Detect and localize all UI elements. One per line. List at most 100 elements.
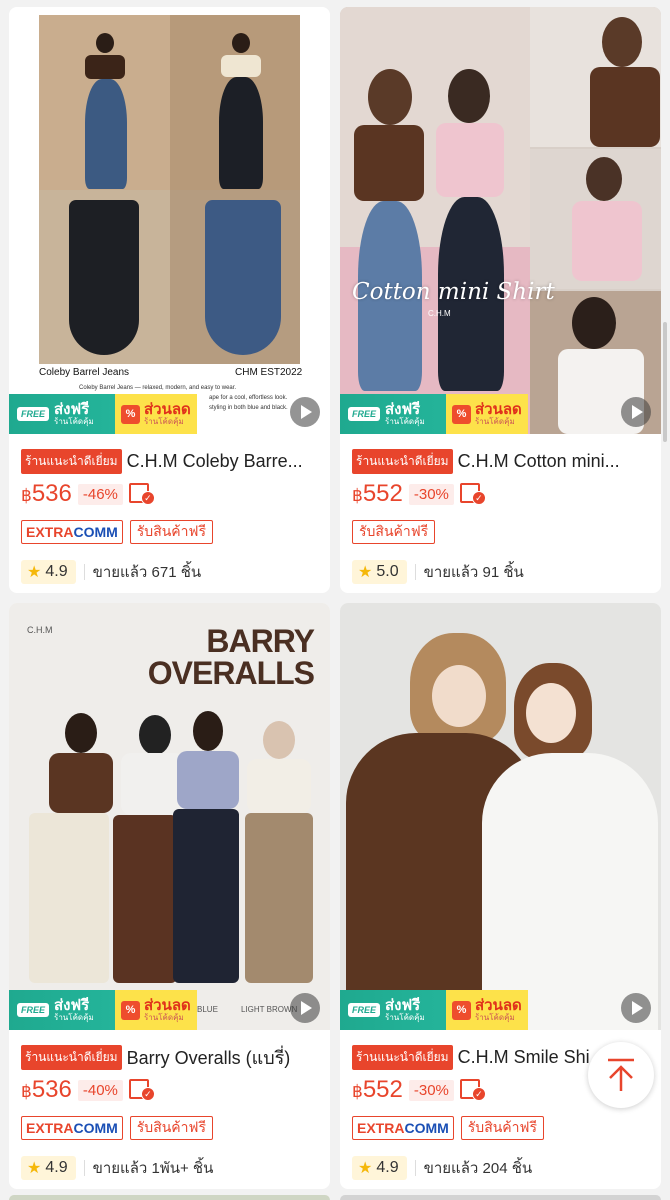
star-icon: ★ xyxy=(358,564,373,581)
free-shipping-label: ส่งฟรี xyxy=(385,996,421,1014)
play-video-icon[interactable] xyxy=(621,397,651,427)
discount-sub: ร้านโค้ดคุ้ม xyxy=(475,1012,515,1022)
truck-icon: FREE xyxy=(17,407,50,421)
recommended-shop-tag: ร้านแนะนำดีเยี่ยม xyxy=(21,1044,122,1070)
free-shipping-badge: FREE ส่งฟรี ร้านโค้ดคุ้ม xyxy=(340,990,446,1030)
product-price: ฿552 xyxy=(352,480,403,507)
percent-icon: % xyxy=(452,404,471,424)
sold-count: ขายแล้ว 671 ชิ้น xyxy=(92,564,202,581)
discount-percent: -30% xyxy=(408,483,454,505)
free-shipping-badge: FREE ส่งฟรี ร้านโค้ดคุ้ม xyxy=(9,394,115,434)
percent-icon: % xyxy=(452,1000,471,1020)
free-item-tag: รับสินค้าฟรี xyxy=(352,520,436,544)
recommended-shop-tag: ร้านแนะนำดีเยี่ยม xyxy=(352,1044,453,1070)
percent-icon: % xyxy=(121,404,140,424)
free-item-tag: รับสินค้าฟรี xyxy=(460,1116,544,1140)
star-icon: ★ xyxy=(27,1160,42,1177)
discount-percent: -30% xyxy=(408,1079,454,1101)
product-card[interactable]: Coleby Barrel Jeans CHM EST2022 Coleby B… xyxy=(9,7,330,593)
rating-badge: ★ 4.9 xyxy=(21,560,76,584)
discount-badge: % ส่วนลด ร้านโค้ดคุ้ม xyxy=(115,990,197,1030)
free-shipping-label: ส่งฟรี xyxy=(54,400,90,418)
discount-label: ส่วนลด xyxy=(144,400,191,418)
next-row-peek xyxy=(340,1195,661,1200)
rating-badge: ★ 5.0 xyxy=(352,560,407,584)
divider xyxy=(83,1160,85,1176)
product-image[interactable]: Coleby Barrel Jeans CHM EST2022 Coleby B… xyxy=(9,7,330,434)
product-image[interactable]: C.H.M BARRY OVERALLS BLUE LIGHT BROWN FR… xyxy=(9,603,330,1030)
discount-sub: ร้านโค้ดคุ้ม xyxy=(144,416,184,426)
promo-banner: FREE ส่งฟรี ร้านโค้ดคุ้ม % ส่วนลด ร้านโค้ด… xyxy=(9,394,330,434)
truck-icon: FREE xyxy=(17,1003,50,1017)
star-icon: ★ xyxy=(358,1160,373,1177)
product-title[interactable]: C.H.M Smile Shi... xyxy=(458,1047,605,1068)
play-video-icon[interactable] xyxy=(290,397,320,427)
voucher-icon: ✓ xyxy=(128,483,159,505)
free-shipping-label: ส่งฟรี xyxy=(54,996,90,1014)
discount-badge: % ส่วนลด ร้านโค้ดคุ้ม xyxy=(115,394,197,434)
image-caption-left: Coleby Barrel Jeans xyxy=(39,367,130,378)
divider xyxy=(83,564,85,580)
play-video-icon[interactable] xyxy=(290,993,320,1023)
image-brand: C.H.M xyxy=(27,625,53,635)
voucher-icon: ✓ xyxy=(459,483,490,505)
discount-sub: ร้านโค้ดคุ้ม xyxy=(144,1012,184,1022)
extra-comm-tag: EXTRA COMM xyxy=(21,1116,123,1140)
discount-label: ส่วนลด xyxy=(144,996,191,1014)
extra-comm-tag: EXTRA COMM xyxy=(352,1116,454,1140)
play-video-icon[interactable] xyxy=(621,993,651,1023)
product-price: ฿536 xyxy=(21,480,72,507)
discount-percent: -46% xyxy=(77,483,123,505)
promo-banner: FREE ส่งฟรี ร้านโค้ดคุ้ม % ส่วนลด ร้านโค้ด… xyxy=(340,990,661,1030)
product-title[interactable]: C.H.M Cotton mini... xyxy=(458,451,620,472)
voucher-icon: ✓ xyxy=(459,1079,490,1101)
discount-badge: % ส่วนลด ร้านโค้ดคุ้ม xyxy=(446,990,528,1030)
star-icon: ★ xyxy=(27,564,42,581)
free-shipping-sub: ร้านโค้ดคุ้ม xyxy=(54,416,94,426)
product-card[interactable]: Cotton mini Shirt C.H.M FREE ส่งฟรี ร้านโ… xyxy=(340,7,661,593)
arrow-up-icon xyxy=(608,1058,634,1091)
divider xyxy=(414,564,416,580)
discount-badge: % ส่วนลด ร้านโค้ดคุ้ม xyxy=(446,394,528,434)
free-shipping-badge: FREE ส่งฟรี ร้านโค้ดคุ้ม xyxy=(9,990,115,1030)
percent-icon: % xyxy=(121,1000,140,1020)
next-row-peek xyxy=(9,1195,330,1200)
rating-badge: ★ 4.9 xyxy=(21,1156,76,1180)
product-image[interactable]: Cotton mini Shirt C.H.M FREE ส่งฟรี ร้านโ… xyxy=(340,7,661,434)
free-shipping-badge: FREE ส่งฟรี ร้านโค้ดคุ้ม xyxy=(340,394,446,434)
image-brand: C.H.M xyxy=(428,309,451,318)
free-shipping-sub: ร้านโค้ดคุ้ม xyxy=(385,1012,425,1022)
product-price: ฿552 xyxy=(352,1076,403,1103)
truck-icon: FREE xyxy=(348,1003,381,1017)
product-grid: Coleby Barrel Jeans CHM EST2022 Coleby B… xyxy=(9,7,661,1189)
sold-count: ขายแล้ว 91 ชิ้น xyxy=(423,564,524,581)
promo-banner: FREE ส่งฟรี ร้านโค้ดคุ้ม % ส่วนลด ร้านโค้ด… xyxy=(340,394,661,434)
sold-count: ขายแล้ว 204 ชิ้น xyxy=(423,1160,533,1177)
free-shipping-label: ส่งฟรี xyxy=(385,400,421,418)
free-item-tag: รับสินค้าฟรี xyxy=(129,520,213,544)
product-image[interactable]: FREE ส่งฟรี ร้านโค้ดคุ้ม % ส่วนลด ร้านโค้ด… xyxy=(340,603,661,1030)
image-caption-right: CHM EST2022 xyxy=(235,367,303,378)
truck-icon: FREE xyxy=(348,407,381,421)
free-item-tag: รับสินค้าฟรี xyxy=(129,1116,213,1140)
discount-label: ส่วนลด xyxy=(475,996,522,1014)
scrollbar[interactable] xyxy=(663,322,667,442)
discount-label: ส่วนลด xyxy=(475,400,522,418)
extra-comm-tag: EXTRA COMM xyxy=(21,520,123,544)
voucher-icon: ✓ xyxy=(128,1079,159,1101)
rating-badge: ★ 4.9 xyxy=(352,1156,407,1180)
scroll-to-top-button[interactable] xyxy=(588,1042,654,1108)
discount-percent: -40% xyxy=(77,1079,123,1101)
divider xyxy=(414,1160,416,1176)
product-title[interactable]: Barry Overalls (แบรี่) xyxy=(127,1043,291,1072)
promo-banner: FREE ส่งฟรี ร้านโค้ดคุ้ม % ส่วนลด ร้านโค้ด… xyxy=(9,990,330,1030)
recommended-shop-tag: ร้านแนะนำดีเยี่ยม xyxy=(21,448,122,474)
product-card[interactable]: C.H.M BARRY OVERALLS BLUE LIGHT BROWN FR… xyxy=(9,603,330,1189)
discount-sub: ร้านโค้ดคุ้ม xyxy=(475,416,515,426)
free-shipping-sub: ร้านโค้ดคุ้ม xyxy=(385,416,425,426)
image-script-title: Cotton mini Shirt xyxy=(352,279,555,305)
product-title[interactable]: C.H.M Coleby Barre... xyxy=(127,451,303,472)
image-headline: OVERALLS xyxy=(147,655,315,691)
product-price: ฿536 xyxy=(21,1076,72,1103)
recommended-shop-tag: ร้านแนะนำดีเยี่ยม xyxy=(352,448,453,474)
